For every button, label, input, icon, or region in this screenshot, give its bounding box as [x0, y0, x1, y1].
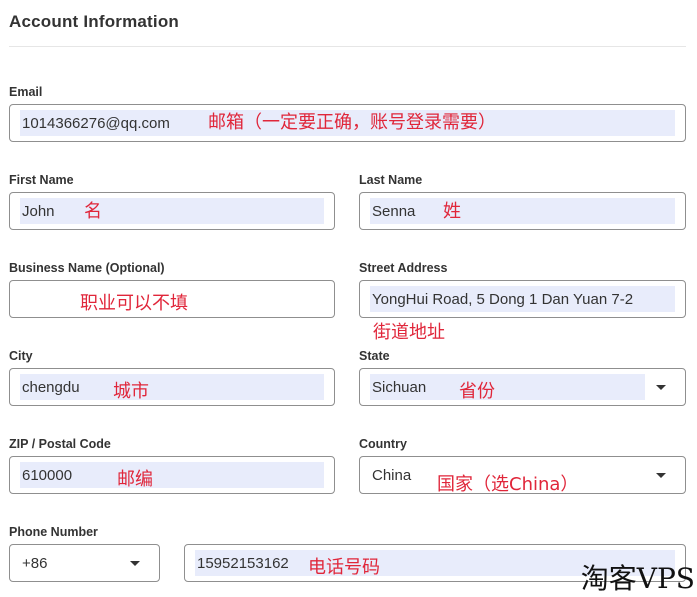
- autofill-highlight: [370, 198, 675, 224]
- city-annotation: 城市: [113, 381, 149, 402]
- last-name-value: Senna: [372, 203, 416, 220]
- phone-country-code-select[interactable]: +86: [9, 544, 160, 582]
- zip-value: 610000: [22, 467, 73, 484]
- phone-country-code-value: +86: [22, 555, 48, 572]
- phone-annotation: 电话号码: [308, 557, 380, 578]
- first-name-annotation: 名: [84, 201, 102, 222]
- city-value: chengdu: [22, 379, 80, 396]
- state-annotation: 省份: [459, 381, 495, 402]
- street-address-label: Street Address: [359, 261, 448, 275]
- email-value: 1014366276@qq.com: [22, 115, 170, 132]
- email-label: Email: [9, 85, 43, 99]
- chevron-down-icon[interactable]: [130, 561, 140, 566]
- city-field[interactable]: chengdu: [9, 368, 335, 406]
- last-name-label: Last Name: [359, 173, 423, 187]
- zip-label: ZIP / Postal Code: [9, 437, 111, 451]
- watermark: 淘客VPS: [580, 562, 695, 595]
- zip-annotation: 邮编: [117, 469, 153, 490]
- section-divider: [9, 46, 686, 47]
- state-label: State: [359, 349, 390, 363]
- country-label: Country: [359, 437, 407, 451]
- business-name-label: Business Name (Optional): [9, 261, 165, 275]
- email-annotation: 邮箱（一定要正确，账号登录需要）: [208, 112, 496, 133]
- street-address-annotation: 街道地址: [373, 322, 445, 343]
- country-annotation: 国家（选China）: [437, 474, 579, 495]
- city-label: City: [9, 349, 33, 363]
- street-address-field[interactable]: YongHui Road, 5 Dong 1 Dan Yuan 7-2: [359, 280, 686, 318]
- state-select[interactable]: Sichuan: [359, 368, 686, 406]
- zip-field[interactable]: 610000: [9, 456, 335, 494]
- business-name-annotation: 职业可以不填: [80, 293, 188, 314]
- first-name-field[interactable]: John: [9, 192, 335, 230]
- country-value: China: [372, 467, 412, 484]
- last-name-annotation: 姓: [443, 201, 461, 222]
- first-name-value: John: [22, 203, 55, 220]
- last-name-field[interactable]: Senna: [359, 192, 686, 230]
- street-address-value: YongHui Road, 5 Dong 1 Dan Yuan 7-2: [372, 291, 634, 308]
- autofill-highlight: [20, 198, 324, 224]
- state-value: Sichuan: [372, 379, 427, 396]
- chevron-down-icon[interactable]: [656, 473, 666, 478]
- first-name-label: First Name: [9, 173, 74, 187]
- phone-label: Phone Number: [9, 525, 98, 539]
- chevron-down-icon[interactable]: [656, 385, 666, 390]
- phone-number-value: 15952153162: [197, 555, 289, 572]
- section-title: Account Information: [9, 12, 180, 31]
